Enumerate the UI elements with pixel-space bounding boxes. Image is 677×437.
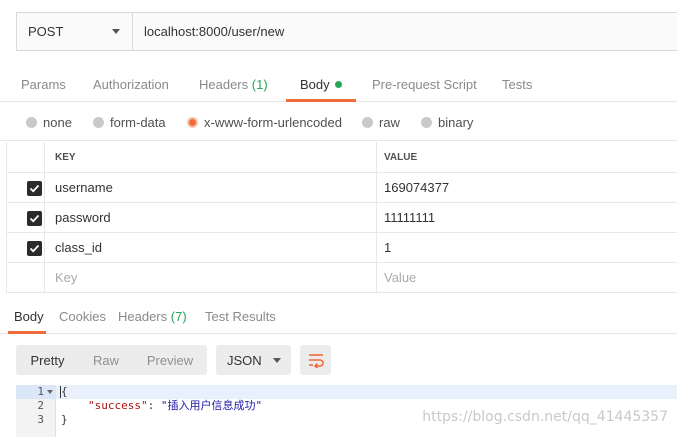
active-line-highlight	[56, 385, 677, 399]
body-type-form-data[interactable]: form-data	[93, 115, 166, 130]
param-key[interactable]: username	[45, 173, 377, 202]
row-checkbox[interactable]	[27, 241, 42, 256]
table-header: KEY VALUE	[6, 142, 677, 173]
radio-selected-icon	[187, 117, 198, 128]
tab-params[interactable]: Params	[21, 77, 66, 92]
headers-count: (1)	[251, 77, 268, 92]
body-type-none[interactable]: none	[26, 115, 72, 130]
tab-authorization[interactable]: Authorization	[93, 77, 169, 92]
json-value: "插入用户信息成功"	[160, 399, 263, 412]
format-pretty-button[interactable]: Pretty	[16, 345, 79, 375]
param-value[interactable]: 1	[377, 233, 677, 262]
language-label: JSON	[227, 352, 262, 368]
format-raw-button[interactable]: Raw	[79, 345, 133, 375]
column-header-key: KEY	[45, 142, 377, 172]
radio-icon	[26, 117, 37, 128]
new-value-input[interactable]: Value	[377, 263, 677, 292]
response-headers-count: (7)	[170, 309, 187, 324]
tab-response-headers[interactable]: Headers (7)	[118, 309, 187, 324]
method-label: POST	[28, 24, 64, 39]
watermark: https://blog.csdn.net/qq_41445357	[422, 409, 668, 425]
radio-icon	[362, 117, 373, 128]
tab-tests[interactable]: Tests	[502, 77, 532, 92]
new-key-input[interactable]: Key	[45, 263, 377, 292]
request-bar: POST localhost:8000/user/new	[16, 12, 677, 51]
tab-test-results[interactable]: Test Results	[205, 309, 276, 324]
param-key[interactable]: class_id	[45, 233, 377, 262]
response-tabs: Body Cookies Headers (7) Test Results	[0, 298, 677, 334]
column-header-value: VALUE	[384, 151, 418, 163]
line-number: 3	[37, 413, 44, 426]
table-row: password 11111111	[6, 203, 677, 233]
chevron-down-icon	[273, 358, 281, 363]
table-row: username 169074377	[6, 173, 677, 203]
checkmark-icon	[29, 244, 40, 253]
params-table: KEY VALUE username 169074377 password 11…	[6, 142, 677, 293]
format-toggle: Pretty Raw Preview	[16, 345, 207, 375]
tab-pre-request-script[interactable]: Pre-request Script	[372, 77, 477, 92]
chevron-down-icon	[112, 29, 120, 34]
format-preview-button[interactable]: Preview	[133, 345, 207, 375]
status-dot-icon	[334, 81, 342, 88]
checkmark-icon	[29, 184, 40, 193]
checkmark-icon	[29, 214, 40, 223]
wrap-lines-button[interactable]	[300, 345, 331, 375]
body-type-urlencoded[interactable]: x-www-form-urlencoded	[187, 115, 342, 130]
request-tabs: Params Authorization Headers (1) Body Pr…	[0, 64, 677, 102]
method-select[interactable]: POST	[17, 13, 133, 50]
radio-icon	[93, 117, 104, 128]
radio-icon	[421, 117, 432, 128]
code-line: "success": "插入用户信息成功"	[88, 399, 263, 412]
active-tab-indicator	[286, 99, 356, 102]
param-value[interactable]: 11111111	[377, 203, 677, 232]
url-input[interactable]: localhost:8000/user/new	[133, 13, 677, 50]
tab-body[interactable]: Body	[300, 77, 342, 92]
code-line: {	[61, 385, 68, 398]
tab-cookies[interactable]: Cookies	[59, 309, 106, 324]
table-row: class_id 1	[6, 233, 677, 263]
json-key: "success"	[88, 399, 148, 412]
param-value[interactable]: 169074377	[377, 173, 677, 202]
code-line: }	[61, 413, 68, 426]
body-type-options: none form-data x-www-form-urlencoded raw…	[0, 103, 677, 141]
tab-headers[interactable]: Headers (1)	[199, 77, 268, 92]
body-type-binary[interactable]: binary	[421, 115, 473, 130]
tab-response-body[interactable]: Body	[14, 309, 44, 324]
line-number: 2	[37, 399, 44, 412]
line-number: 1	[37, 385, 44, 398]
language-select[interactable]: JSON	[216, 345, 291, 375]
row-checkbox[interactable]	[27, 181, 42, 196]
wrap-lines-icon	[308, 354, 324, 368]
param-key[interactable]: password	[45, 203, 377, 232]
table-row-new: Key Value	[6, 263, 677, 293]
fold-arrow-icon[interactable]	[47, 390, 53, 394]
row-checkbox[interactable]	[27, 211, 42, 226]
body-type-raw[interactable]: raw	[362, 115, 400, 130]
active-tab-indicator	[8, 331, 46, 334]
